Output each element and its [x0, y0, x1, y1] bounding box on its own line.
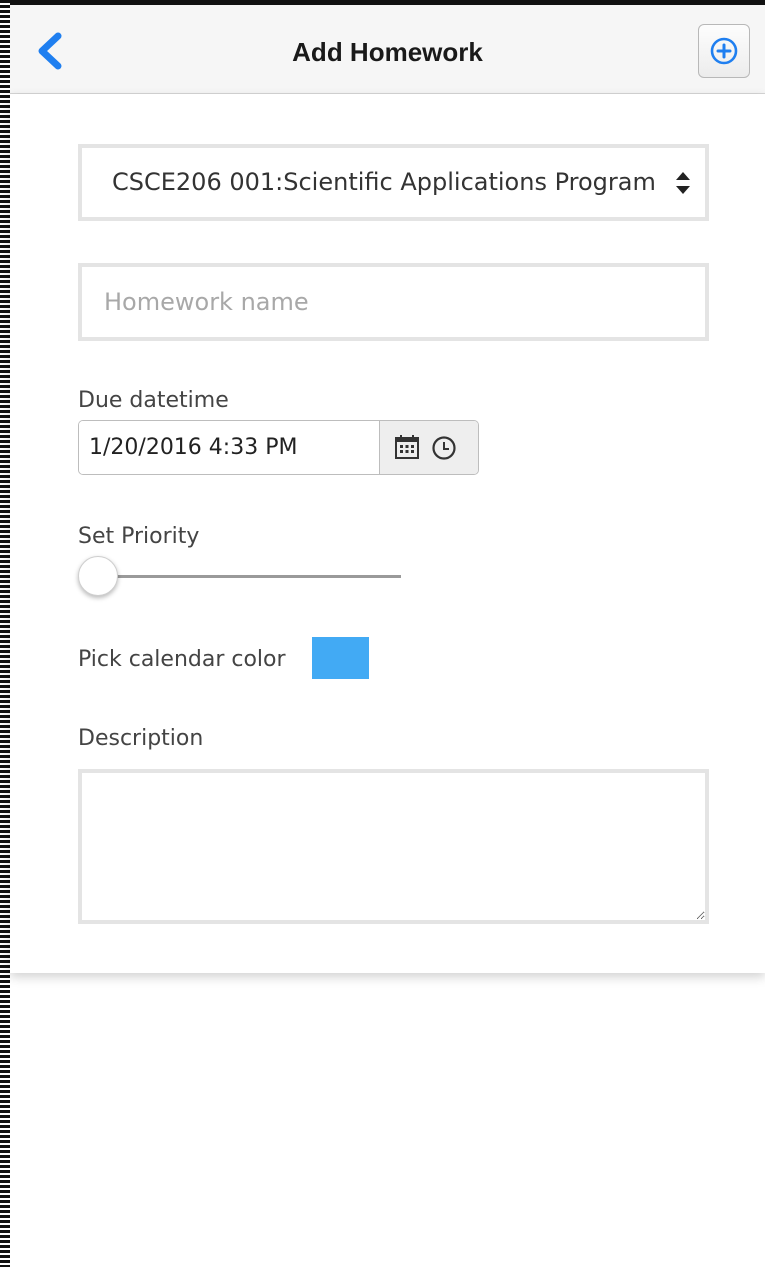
calendar-icon[interactable]	[394, 434, 420, 460]
page-title: Add Homework	[292, 37, 483, 67]
homework-name-input[interactable]	[78, 263, 709, 341]
slider-track	[88, 575, 401, 578]
calendar-color-label: Pick calendar color	[78, 647, 286, 672]
plus-circle-icon	[710, 37, 738, 65]
due-datetime-label: Due datetime	[78, 388, 229, 413]
due-datetime-picker	[78, 420, 479, 475]
priority-label: Set Priority	[78, 524, 200, 549]
add-button[interactable]	[698, 24, 750, 78]
homework-form: CSCE206 001:Scientific Applications Prog…	[10, 94, 765, 973]
course-select[interactable]: CSCE206 001:Scientific Applications Prog…	[78, 144, 709, 221]
datetime-picker-buttons	[379, 421, 478, 474]
description-textarea[interactable]	[78, 769, 709, 924]
course-select-value: CSCE206 001:Scientific Applications Prog…	[112, 168, 657, 196]
window-edge	[0, 0, 10, 1267]
select-arrows-icon	[676, 172, 690, 194]
clock-icon[interactable]	[431, 435, 457, 461]
due-datetime-input[interactable]	[79, 421, 379, 474]
description-label: Description	[78, 726, 204, 751]
priority-slider[interactable]	[78, 553, 403, 599]
app-header: Add Homework	[10, 5, 765, 94]
calendar-color-swatch[interactable]	[312, 637, 369, 679]
slider-thumb[interactable]	[78, 556, 118, 596]
